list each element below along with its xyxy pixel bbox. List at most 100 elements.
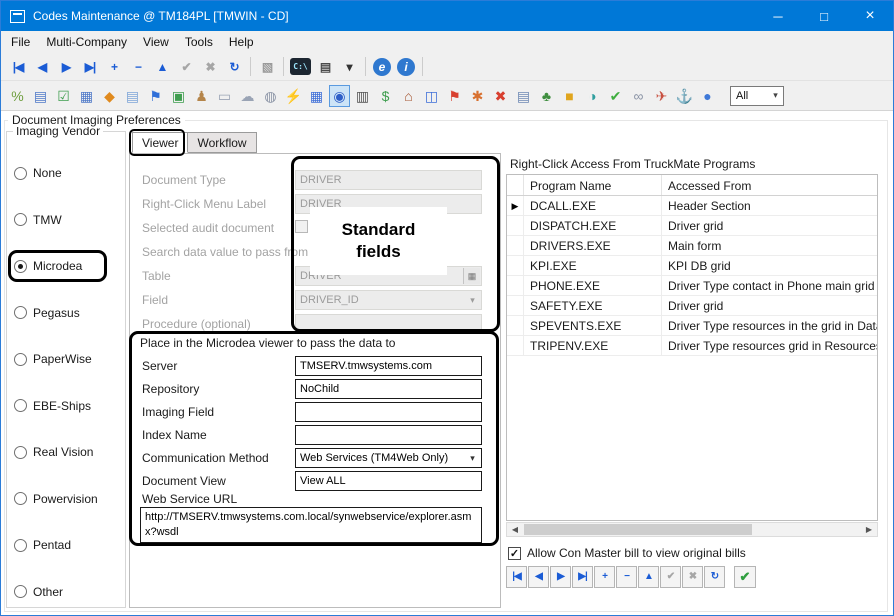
server-field[interactable]: TMSERV.tmwsystems.com bbox=[295, 356, 482, 376]
barcode-icon[interactable]: ▥ bbox=[352, 85, 373, 107]
scrollbar-thumb[interactable] bbox=[524, 524, 752, 535]
scroll-left-icon[interactable]: ◀ bbox=[507, 523, 523, 536]
chevron-down-icon[interactable]: ▾ bbox=[465, 450, 480, 466]
accessed-from-column-header[interactable]: Accessed From bbox=[662, 175, 877, 195]
remove-icon[interactable]: ✖ bbox=[490, 85, 511, 107]
cancel-edit-button[interactable]: ✖ bbox=[198, 55, 222, 79]
calendar-icon[interactable]: ▦ bbox=[306, 85, 327, 107]
vendor-radio-tmw[interactable]: TMW bbox=[7, 197, 125, 244]
report-icon[interactable]: ▤ bbox=[513, 85, 534, 107]
repository-field[interactable]: NoChild bbox=[295, 379, 482, 399]
prior-record-button[interactable]: ◀ bbox=[528, 566, 549, 588]
next-record-button[interactable]: ▶ bbox=[550, 566, 571, 588]
report-print-icon[interactable]: ▤ bbox=[313, 55, 337, 79]
allow-con-master-checkbox[interactable]: ✓ bbox=[508, 547, 521, 560]
link-icon[interactable]: ∞ bbox=[628, 85, 649, 107]
refresh-button[interactable]: ↻ bbox=[704, 566, 725, 588]
web-link-icon[interactable]: e bbox=[373, 58, 391, 76]
prior-record-button[interactable]: ◀ bbox=[30, 55, 54, 79]
vendor-radio-microdea[interactable]: Microdea bbox=[7, 243, 125, 290]
scroll-right-icon[interactable]: ▶ bbox=[861, 523, 877, 536]
maximize-button[interactable]: □ bbox=[801, 1, 847, 31]
table-row[interactable]: ▶ DCALL.EXE Header Section bbox=[507, 196, 877, 216]
tab-viewer[interactable]: Viewer bbox=[132, 132, 188, 153]
delete-record-button[interactable]: − bbox=[616, 566, 637, 588]
ring-icon[interactable]: ◍ bbox=[260, 85, 281, 107]
shield-icon[interactable]: ◆ bbox=[99, 85, 120, 107]
menu-help[interactable]: Help bbox=[221, 32, 262, 52]
chart-icon[interactable]: ◫ bbox=[421, 85, 442, 107]
print-options-arrow-icon[interactable]: ▾ bbox=[337, 55, 361, 79]
post-edit-button[interactable]: ✔ bbox=[174, 55, 198, 79]
vendor-radio-powervision[interactable]: Powervision bbox=[7, 476, 125, 523]
delete-record-button[interactable]: − bbox=[126, 55, 150, 79]
vendor-radio-pentad[interactable]: Pentad bbox=[7, 522, 125, 569]
red-flag-icon[interactable]: ⚑ bbox=[444, 85, 465, 107]
program-filter-combo[interactable]: All ▾ bbox=[730, 86, 784, 106]
program-name-column-header[interactable]: Program Name bbox=[524, 175, 662, 195]
customer-icon[interactable]: ♟ bbox=[191, 85, 212, 107]
document-icon[interactable]: ▤ bbox=[122, 85, 143, 107]
vendor-radio-real-vision[interactable]: Real Vision bbox=[7, 429, 125, 476]
table-row[interactable]: DISPATCH.EXE Driver grid bbox=[507, 216, 877, 236]
approve-icon[interactable]: ✔ bbox=[605, 85, 626, 107]
vendor-radio-other[interactable]: Other bbox=[7, 569, 125, 616]
package-icon[interactable]: ■ bbox=[559, 85, 580, 107]
refresh-button[interactable]: ↻ bbox=[222, 55, 246, 79]
tree-icon[interactable]: ♣ bbox=[536, 85, 557, 107]
insert-record-button[interactable]: + bbox=[102, 55, 126, 79]
tools-icon[interactable]: ✱ bbox=[467, 85, 488, 107]
scrollbar-track[interactable] bbox=[523, 523, 861, 536]
table-row[interactable]: SAFETY.EXE Driver grid bbox=[507, 296, 877, 316]
blue-flag-icon[interactable]: ⚑ bbox=[145, 85, 166, 107]
anchor-icon[interactable]: ⚓ bbox=[674, 85, 695, 107]
commit-button[interactable]: ✔ bbox=[734, 566, 756, 588]
insert-record-button[interactable]: + bbox=[594, 566, 615, 588]
post-edit-button[interactable]: ✔ bbox=[660, 566, 681, 588]
next-record-button[interactable]: ▶ bbox=[54, 55, 78, 79]
close-button[interactable]: × bbox=[847, 1, 893, 31]
vendor-radio-none[interactable]: None bbox=[7, 150, 125, 197]
first-record-button[interactable]: |◀ bbox=[6, 55, 30, 79]
menu-view[interactable]: View bbox=[135, 32, 177, 52]
tab-workflow[interactable]: Workflow bbox=[187, 132, 256, 153]
web-service-url-field[interactable]: http://TMSERV.tmwsystems.com.local/synwe… bbox=[140, 507, 482, 543]
table-row[interactable]: PHONE.EXE Driver Type contact in Phone m… bbox=[507, 276, 877, 296]
currency-icon[interactable]: $ bbox=[375, 85, 396, 107]
imaging-camera-icon[interactable]: ◉ bbox=[329, 85, 350, 107]
sphere-icon[interactable]: ● bbox=[697, 85, 718, 107]
table-row[interactable]: SPEVENTS.EXE Driver Type resources in th… bbox=[507, 316, 877, 336]
imaging-field-field[interactable] bbox=[295, 402, 482, 422]
truck-icon[interactable]: ▣ bbox=[168, 85, 189, 107]
last-record-button[interactable]: ▶| bbox=[572, 566, 593, 588]
table-row[interactable]: DRIVERS.EXE Main form bbox=[507, 236, 877, 256]
communication-method-combo[interactable]: Web Services (TM4Web Only) ▾ bbox=[295, 448, 482, 468]
table-row[interactable]: KPI.EXE KPI DB grid bbox=[507, 256, 877, 276]
edit-record-button[interactable]: ▲ bbox=[150, 55, 174, 79]
building-icon[interactable]: ⌂ bbox=[398, 85, 419, 107]
about-info-icon[interactable]: i bbox=[397, 58, 415, 76]
menu-file[interactable]: File bbox=[3, 32, 38, 52]
document-view-field[interactable]: View ALL bbox=[295, 471, 482, 491]
cloud-icon[interactable]: ☁ bbox=[237, 85, 258, 107]
table-row[interactable]: TRIPENV.EXE Driver Type resources grid i… bbox=[507, 336, 877, 356]
vendor-radio-pegasus[interactable]: Pegasus bbox=[7, 290, 125, 337]
cancel-edit-button[interactable]: ✖ bbox=[682, 566, 703, 588]
audit-check-icon[interactable]: ☑ bbox=[53, 85, 74, 107]
codes-icon[interactable]: % bbox=[7, 85, 28, 107]
print-button-icon[interactable]: ▧ bbox=[255, 55, 279, 79]
menu-multi-company[interactable]: Multi-Company bbox=[38, 32, 135, 52]
menu-tools[interactable]: Tools bbox=[177, 32, 221, 52]
horizontal-scrollbar[interactable]: ◀ ▶ bbox=[506, 522, 878, 537]
last-record-button[interactable]: ▶| bbox=[78, 55, 102, 79]
notes-icon[interactable]: ▤ bbox=[30, 85, 51, 107]
plane-icon[interactable]: ✈ bbox=[651, 85, 672, 107]
vendor-radio-paperwise[interactable]: PaperWise bbox=[7, 336, 125, 383]
gauge-icon[interactable]: ◑ bbox=[582, 85, 603, 107]
edit-record-button[interactable]: ▲ bbox=[638, 566, 659, 588]
first-record-button[interactable]: |◀ bbox=[506, 566, 527, 588]
minimize-button[interactable]: ─ bbox=[755, 1, 801, 31]
grid-icon[interactable]: ▦ bbox=[76, 85, 97, 107]
folder-icon[interactable]: ▭ bbox=[214, 85, 235, 107]
plug-icon[interactable]: ⚡ bbox=[283, 85, 304, 107]
